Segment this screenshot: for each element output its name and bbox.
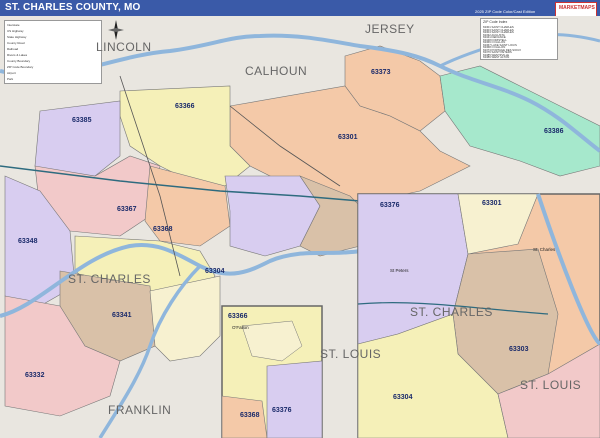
inset2-zip-label-63376: 63376 [380, 202, 400, 209]
zip-label-63304: 63304 [205, 268, 225, 275]
legend-item: Interstate [7, 23, 20, 27]
brand-logo: MARKETMAPS [555, 2, 597, 17]
inset-label-st-charles: ST. CHARLES [410, 305, 493, 319]
map-frame: ST. CHARLES COUNTY, MO 2025 ZIP Code Col… [0, 0, 600, 438]
zip-label-63368: 63368 [153, 226, 173, 233]
inset2-zip-label-63303: 63303 [509, 346, 529, 353]
legend-item: County Road [7, 41, 25, 45]
county-label-calhoun: CALHOUN [245, 64, 308, 78]
brand-label: MARKETMAPS [559, 5, 595, 11]
place-label-st-peters: St Peters [390, 268, 409, 273]
inset1-zip-label-63376: 63376 [272, 407, 292, 414]
compass-rose-icon [108, 20, 124, 40]
zip-index-header: ZIP Code Index [483, 20, 508, 24]
county-label-franklin: FRANKLIN [108, 403, 172, 417]
inset1-zip-label-63368: 63368 [240, 412, 260, 419]
legend-item: Park [7, 77, 14, 81]
zip-label-63367: 63367 [117, 206, 137, 213]
legend-item: State Highway [7, 35, 27, 39]
title-bar: ST. CHARLES COUNTY, MO 2025 ZIP Code Col… [0, 0, 600, 16]
zip-label-63301: 63301 [338, 134, 358, 141]
inset1-zip-63376 [266, 360, 323, 438]
legend-item: Airport [7, 71, 16, 75]
map-legend: Interstate US Highway State Highway Coun… [4, 20, 102, 84]
inset2-zip-label-63301: 63301 [482, 200, 502, 207]
legend-item: ZIP Code Boundary [7, 65, 34, 69]
zip-label-63386: 63386 [544, 128, 564, 135]
place-label-ofallon: O'Fallon [232, 325, 249, 330]
zip-label-63348: 63348 [18, 238, 38, 245]
edition-label: 2025 ZIP Code Color/Cast Edition [475, 9, 536, 14]
inset1-zip-label-63366: 63366 [228, 313, 248, 320]
place-label-st-charles-city: St. Charles [533, 247, 556, 252]
zip-label-63385: 63385 [72, 117, 92, 124]
county-label-st-louis: ST. LOUIS [520, 378, 582, 392]
zip-label-63366: 63366 [175, 103, 195, 110]
zip-label-63373: 63373 [371, 69, 391, 76]
zip-label-63332: 63332 [25, 372, 45, 379]
county-label-st-louis-mid: ST. LOUIS [320, 347, 382, 361]
zip-index-row: 63386 WEST ALTON [483, 55, 510, 59]
legend-item: Rivers & Lakes [7, 53, 28, 57]
county-label-lincoln: LINCOLN [96, 40, 152, 54]
zip-label-63341: 63341 [112, 312, 132, 319]
inset2-zip-label-63304: 63304 [393, 394, 413, 401]
county-label-jersey: JERSEY [365, 22, 415, 36]
legend-item: Railroad [7, 47, 19, 51]
legend-item: US Highway [7, 29, 24, 33]
legend-item: County Boundary [7, 59, 31, 63]
map-title: ST. CHARLES COUNTY, MO [5, 2, 141, 13]
county-label-st-charles: ST. CHARLES [68, 272, 151, 286]
zip-code-index: ZIP Code Index 63301 SAINT CHARLES 63303… [480, 18, 558, 60]
